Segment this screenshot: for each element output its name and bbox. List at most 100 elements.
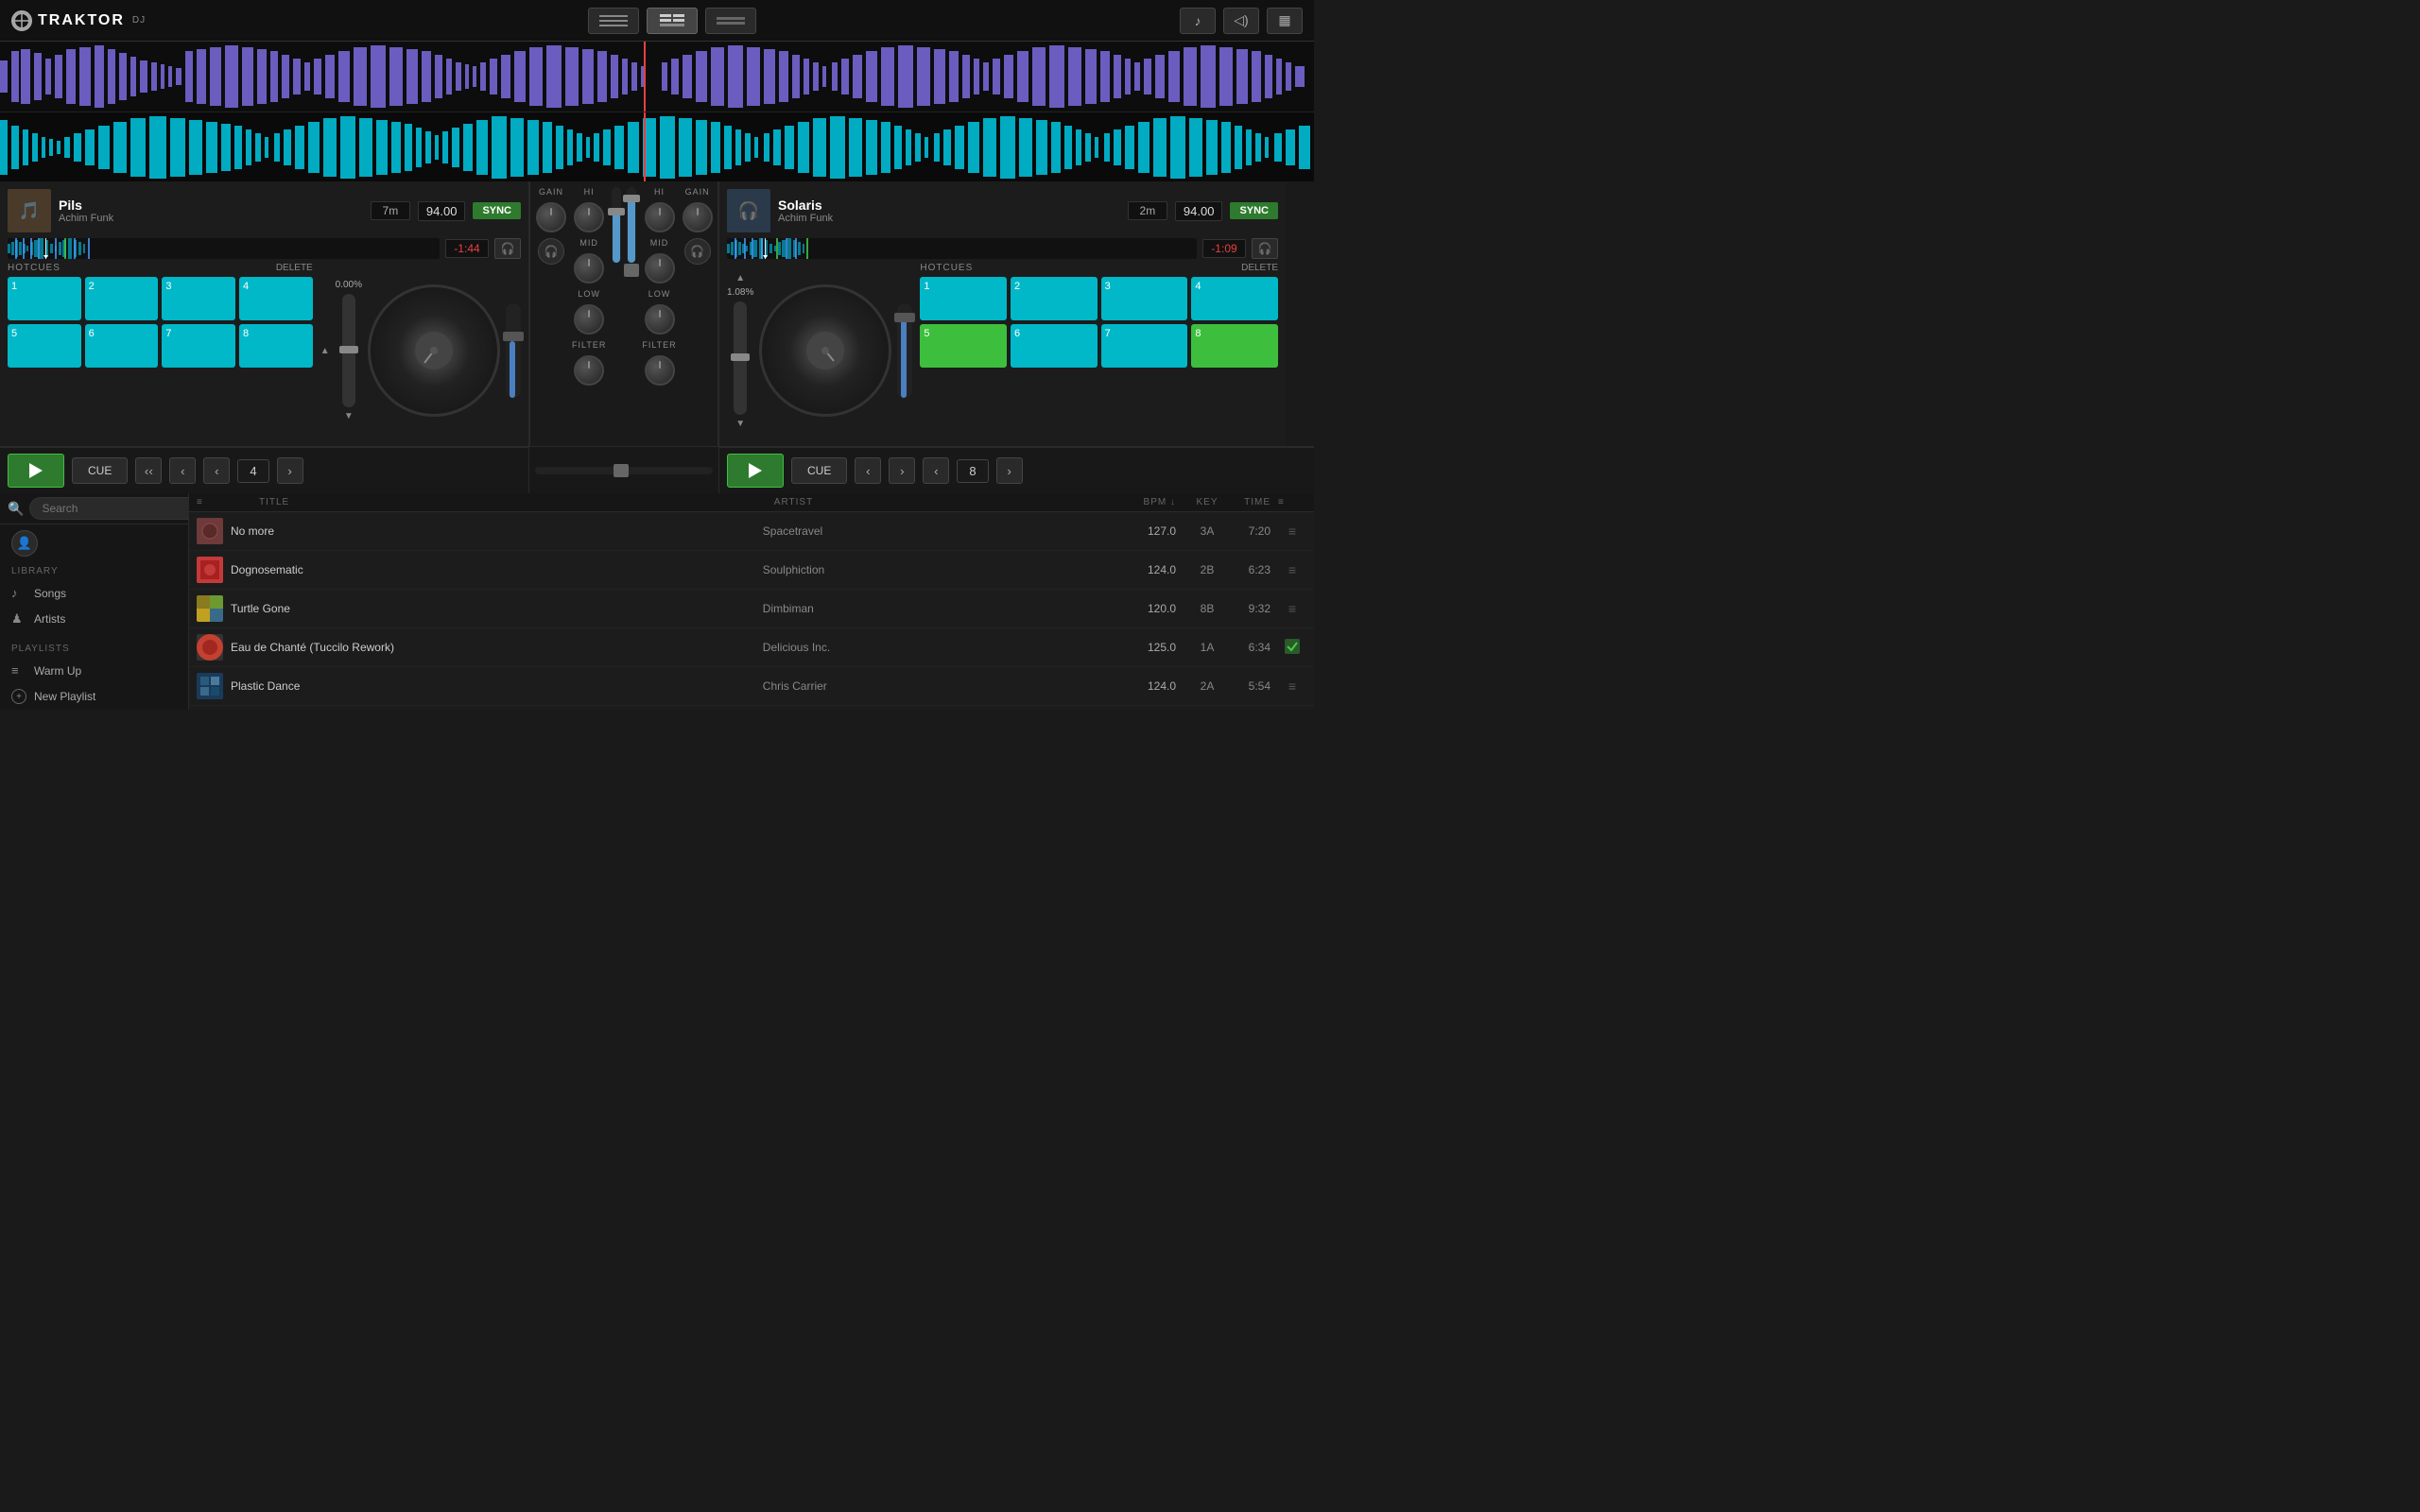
deck-right-hotcue-7[interactable]: 7 [1101,324,1188,368]
deck-right-artist: Achim Funk [778,213,1120,224]
mixer-left-channel-fader[interactable] [612,187,621,263]
deck-right-mini-waveform[interactable] [727,238,1197,259]
mixer-gain-left-knob[interactable] [536,202,566,232]
track-4-title: Eau de Chanté (Tuccilo Rework) [231,641,763,654]
deck-right-play-icon [749,463,762,478]
deck-left-headphone[interactable]: 🎧 [494,238,521,259]
mixer-filter-left-knob[interactable] [574,355,604,386]
deck-right-play-button[interactable] [727,454,784,488]
deck-right-nav-prev[interactable]: ‹ [855,457,881,484]
sidebar-item-new-playlist[interactable]: + New Playlist [0,683,188,710]
deck-left-pitch-track[interactable] [342,294,355,407]
mixer-headphone-left[interactable]: 🎧 [538,238,564,265]
profile-button[interactable]: 👤 [11,530,38,557]
deck-left-hotcue-3[interactable]: 3 [162,277,235,320]
track-5-key: 2A [1184,679,1231,693]
sidebar-item-artists[interactable]: ♟ Artists [0,606,188,632]
mixer-hi-right-knob[interactable] [645,202,675,232]
mixer-mid-right-knob[interactable] [645,253,675,284]
deck-right-pitch-up-arrow[interactable]: ▲ [735,273,745,284]
deck-left-play-button[interactable] [8,454,64,488]
deck-right-hotcue-4[interactable]: 4 [1191,277,1278,320]
waveform-top[interactable] [0,42,1314,112]
waveform-bottom[interactable] [0,112,1314,181]
deck-right-nav-prev2[interactable]: ‹ [923,457,949,484]
sidebar-item-warmup[interactable]: ≡ Warm Up [0,658,188,683]
deck-left-hotcue-5[interactable]: 5 [8,324,81,368]
mixer-gain-right-knob[interactable] [683,202,713,232]
list-options-icon[interactable]: ≡ [1278,497,1285,507]
deck-right-delete[interactable]: DELETE [1241,263,1278,273]
track-row-5[interactable]: Plastic Dance Chris Carrier 124.0 2A 5:5… [189,667,1314,706]
track-row-2[interactable]: Dognosematic Soulphiction 124.0 2B 6:23 … [189,551,1314,590]
track-3-action[interactable]: ≡ [1278,601,1306,616]
deck-left-nav-prev-prev[interactable]: ‹‹ [135,457,162,484]
deck-left-delete[interactable]: DELETE [276,263,313,273]
deck-right-hotcue-3[interactable]: 3 [1101,277,1188,320]
deck-right-turntable[interactable] [759,284,891,417]
deck-right-sync[interactable]: SYNC [1230,202,1278,219]
deck-right-nav-next[interactable]: › [889,457,915,484]
deck-left-nav-prev[interactable]: ‹ [169,457,196,484]
track-4-action[interactable] [1278,639,1306,657]
deck-left-hotcue-2[interactable]: 2 [85,277,159,320]
deck-left-cue-button[interactable]: CUE [72,457,128,484]
playlists-label: PLAYLISTS [0,640,188,658]
deck-left-pitch-up-arrow[interactable]: ▲ [320,346,330,356]
deck-right-hotcue-6[interactable]: 6 [1011,324,1098,368]
deck-right-hotcue-1[interactable]: 1 [920,277,1007,320]
deck-left-pitch-down-arrow[interactable]: ▼ [344,411,354,421]
crossfader-transport[interactable] [535,467,713,474]
filter-icon[interactable]: ≡ [197,497,203,507]
deck-right-nav-next2[interactable]: › [996,457,1023,484]
track-2-action[interactable]: ≡ [1278,562,1306,577]
deck-left-sync[interactable]: SYNC [473,202,521,219]
mixer-low-left-knob[interactable] [574,304,604,335]
track-1-thumb [197,518,223,544]
deck-right-hotcue-2[interactable]: 2 [1011,277,1098,320]
track-row-4[interactable]: Eau de Chanté (Tuccilo Rework) Delicious… [189,628,1314,667]
track-1-key: 3A [1184,524,1231,538]
app-name: TRAKTOR [38,12,125,29]
deck-right-hotcue-5[interactable]: 5 [920,324,1007,368]
deck-right-pitch-track[interactable] [734,301,747,415]
deck-left-turntable[interactable] [368,284,500,417]
deck-left-hotcue-7[interactable]: 7 [162,324,235,368]
grid-button[interactable]: ▦ [1267,8,1303,34]
mixer-low-right-knob[interactable] [645,304,675,335]
deck-right-cue-button[interactable]: CUE [791,457,847,484]
mixer-hi-left-label: HI [584,187,595,197]
layout-button-1[interactable] [588,8,639,34]
mixer-right-channel-fader[interactable] [627,187,636,263]
deck-left-nav-prev2[interactable]: ‹ [203,457,230,484]
music-note-button[interactable]: ♪ [1180,8,1216,34]
deck-left-waveform-row: -1:44 🎧 [8,238,521,259]
mixer-headphone-right[interactable]: 🎧 [684,238,711,265]
deck-left-hotcue-8[interactable]: 8 [239,324,313,368]
mixer-left-fader-thumb [608,208,625,215]
mixer-mid-left-knob[interactable] [574,253,604,284]
deck-left-hotcue-1[interactable]: 1 [8,277,81,320]
sidebar-item-songs[interactable]: ♪ Songs [0,580,188,606]
deck-left-mini-waveform[interactable] [8,238,440,259]
deck-right-headphone[interactable]: 🎧 [1252,238,1278,259]
deck-left-hotcue-4[interactable]: 4 [239,277,313,320]
deck-right-hotcue-8[interactable]: 8 [1191,324,1278,368]
layout-button-2[interactable] [647,8,698,34]
search-input[interactable] [29,497,200,520]
mixer-filter-right-knob[interactable] [645,355,675,386]
deck-right-channel-fader[interactable] [897,303,912,398]
deck-left-channel-fader[interactable] [506,303,521,398]
deck-left-hotcue-6[interactable]: 6 [85,324,159,368]
col-bpm-label[interactable]: BPM ↓ [1117,497,1184,507]
layout-button-3[interactable] [705,8,756,34]
track-2-artist: Soulphiction [763,563,1117,576]
track-row-1[interactable]: No more Spacetravel 127.0 3A 7:20 ≡ [189,512,1314,551]
deck-right-pitch-down-arrow[interactable]: ▼ [735,419,745,429]
mixer-hi-left-knob[interactable] [574,202,604,232]
track-row-3[interactable]: Turtle Gone Dimbiman 120.0 8B 9:32 ≡ [189,590,1314,628]
track-5-action[interactable]: ≡ [1278,679,1306,694]
volume-button[interactable]: ◁) [1223,8,1259,34]
track-1-action[interactable]: ≡ [1278,524,1306,539]
deck-left-nav-next[interactable]: › [277,457,303,484]
